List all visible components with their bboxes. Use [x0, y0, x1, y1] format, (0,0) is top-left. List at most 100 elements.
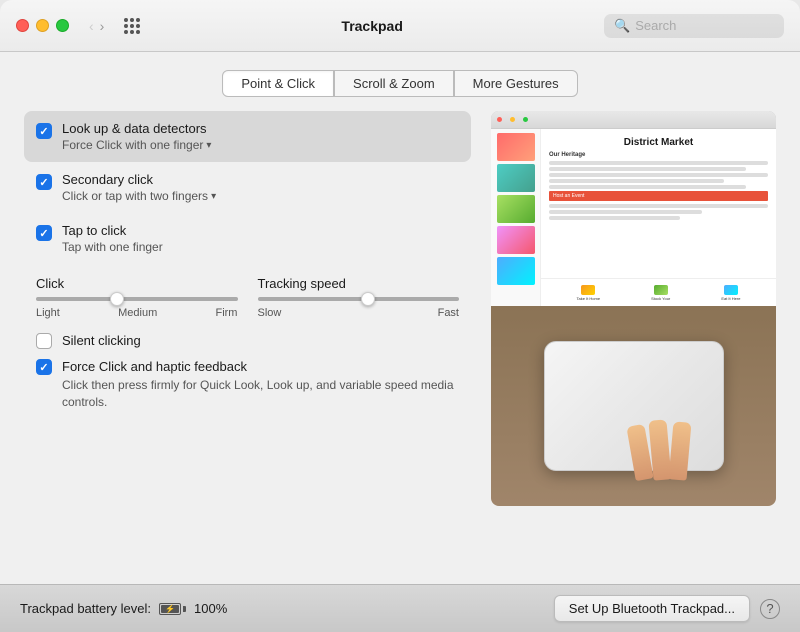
option-tap-sublabel: Tap with one finger	[62, 240, 163, 254]
force-click-description: Click then press firmly for Quick Look, …	[62, 377, 459, 411]
preview-trackpad	[491, 306, 776, 506]
trackpad-surface	[544, 341, 724, 471]
help-button[interactable]: ?	[760, 599, 780, 619]
force-click-label: Force Click and haptic feedback	[62, 359, 247, 374]
status-bar-right: Set Up Bluetooth Trackpad... ?	[554, 595, 780, 622]
battery-tip	[183, 606, 186, 612]
option-lookup-sublabel[interactable]: Force Click with one finger ▾	[62, 138, 211, 152]
click-slider-marks: Light Medium Firm	[36, 307, 238, 319]
fake-thumb-4	[497, 226, 535, 254]
force-click-main-row: Force Click and haptic feedback	[36, 357, 459, 375]
fake-nav-text-1: Take It Home	[577, 296, 601, 301]
checkbox-tap-to-click[interactable]	[36, 225, 52, 241]
tracking-slider-thumb[interactable]	[361, 292, 375, 306]
option-secondary-label: Secondary click	[62, 172, 216, 187]
chevron-down-icon: ▾	[211, 191, 216, 202]
fake-text-1	[549, 161, 768, 165]
tracking-slider-label: Tracking speed	[258, 276, 346, 291]
window-title: Trackpad	[152, 18, 592, 34]
battery-percent: 100%	[194, 601, 227, 616]
fake-nav-icon-1	[581, 285, 595, 295]
tab-point-click[interactable]: Point & Click	[222, 70, 334, 97]
nav-arrows: ‹ ›	[89, 18, 104, 34]
close-button[interactable]	[16, 19, 29, 32]
search-bar[interactable]: 🔍 Search	[604, 14, 784, 38]
chevron-down-icon: ▾	[206, 140, 211, 151]
option-tap-to-click: Tap to click Tap with one finger	[24, 213, 471, 264]
tracking-mark-slow: Slow	[258, 307, 282, 319]
tracking-slider-group: Tracking speed Slow Fast	[258, 276, 460, 319]
fake-thumb-1	[497, 133, 535, 161]
fake-nav-icon-2	[654, 285, 668, 295]
main-content: Point & Click Scroll & Zoom More Gesture…	[0, 52, 800, 584]
tab-more-gestures[interactable]: More Gestures	[454, 70, 578, 97]
option-tap-text: Tap to click Tap with one finger	[62, 223, 163, 254]
click-mark-medium: Medium	[118, 307, 157, 319]
checkbox-lookup[interactable]	[36, 123, 52, 139]
search-placeholder: Search	[635, 18, 676, 33]
checkbox-force-click[interactable]	[36, 359, 52, 375]
fake-nav-text-2: Stock Your	[651, 296, 670, 301]
click-mark-light: Light	[36, 307, 60, 319]
fake-bottom-nav: Take It Home Stock Your Eat It Here	[541, 278, 776, 306]
fake-thumb-2	[497, 164, 535, 192]
option-secondary-sublabel[interactable]: Click or tap with two fingers ▾	[62, 189, 216, 203]
tracking-slider-track[interactable]	[258, 297, 460, 301]
finger-3	[668, 421, 691, 480]
battery-body: ⚡	[159, 603, 181, 615]
tracking-slider-marks: Slow Fast	[258, 307, 460, 319]
fake-macos-screen: District Market Our Heritage Host an Eve…	[491, 111, 776, 306]
status-bar: Trackpad battery level: ⚡ 100% Set Up Bl…	[0, 584, 800, 632]
left-panel: Look up & data detectors Force Click wit…	[24, 111, 471, 568]
fake-nav-1: Take It Home	[577, 285, 601, 301]
option-tap-label: Tap to click	[62, 223, 163, 238]
option-force-click: Force Click and haptic feedback Click th…	[36, 357, 459, 411]
search-icon: 🔍	[614, 18, 630, 34]
minimize-button[interactable]	[36, 19, 49, 32]
option-secondary-text: Secondary click Click or tap with two fi…	[62, 172, 216, 203]
battery-charging-icon: ⚡	[159, 603, 186, 615]
right-panel: District Market Our Heritage Host an Eve…	[491, 111, 776, 568]
fake-nav-text-3: Eat It Here	[721, 296, 740, 301]
silent-clicking-label: Silent clicking	[62, 333, 141, 348]
fake-section-title: Our Heritage	[549, 152, 768, 158]
fake-sidebar	[491, 129, 541, 306]
fake-content: District Market Our Heritage Host an Eve…	[491, 129, 776, 306]
click-slider-track[interactable]	[36, 297, 238, 301]
fake-text-3	[549, 173, 768, 177]
fake-nav-2: Stock Your	[651, 285, 670, 301]
maximize-button[interactable]	[56, 19, 69, 32]
fake-main: District Market Our Heritage Host an Eve…	[541, 129, 776, 306]
option-silent-clicking: Silent clicking	[36, 331, 459, 349]
fake-thumb-5	[497, 257, 535, 285]
fake-orange-bar: Host an Event	[549, 191, 768, 201]
fake-text-4	[549, 179, 724, 183]
fake-text-8	[549, 216, 680, 220]
click-slider-group: Click Light Medium Firm	[36, 276, 238, 319]
battery-info: Trackpad battery level: ⚡ 100%	[20, 601, 227, 616]
bottom-options: Silent clicking Force Click and haptic f…	[24, 327, 471, 415]
tab-scroll-zoom[interactable]: Scroll & Zoom	[334, 70, 454, 97]
checkbox-secondary-click[interactable]	[36, 174, 52, 190]
fake-text-2	[549, 167, 746, 171]
click-mark-firm: Firm	[215, 307, 237, 319]
option-lookup-label: Look up & data detectors	[62, 121, 211, 136]
option-secondary-click: Secondary click Click or tap with two fi…	[24, 162, 471, 213]
fake-text-7	[549, 210, 702, 214]
fake-text-5	[549, 185, 746, 189]
click-slider-thumb[interactable]	[110, 292, 124, 306]
forward-arrow-icon[interactable]: ›	[100, 18, 105, 34]
fake-page-title: District Market	[549, 137, 768, 148]
apps-grid-icon[interactable]	[124, 18, 140, 34]
fake-text-6	[549, 204, 768, 208]
setup-bluetooth-button[interactable]: Set Up Bluetooth Trackpad...	[554, 595, 750, 622]
back-arrow-icon[interactable]: ‹	[89, 18, 94, 34]
preview-screen: District Market Our Heritage Host an Eve…	[491, 111, 776, 306]
battery-lightning-icon: ⚡	[165, 604, 175, 613]
checkbox-silent-clicking[interactable]	[36, 333, 52, 349]
titlebar: ‹ › Trackpad 🔍 Search	[0, 0, 800, 52]
click-slider-label: Click	[36, 276, 64, 291]
option-lookup: Look up & data detectors Force Click wit…	[24, 111, 471, 162]
fake-nav-3: Eat It Here	[721, 285, 740, 301]
content-area: Look up & data detectors Force Click wit…	[0, 111, 800, 584]
